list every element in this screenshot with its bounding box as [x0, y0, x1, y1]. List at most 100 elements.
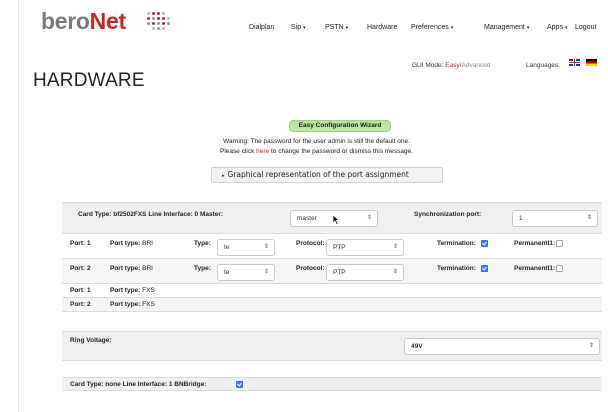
- nav-label: Preferences: [411, 24, 449, 31]
- brand-name-part1: bero: [41, 8, 90, 34]
- chevron-down-icon: ▾: [303, 25, 306, 31]
- protocol-select-value: PTP: [333, 269, 346, 276]
- warning-line2: Please click here to change the password…: [19, 148, 608, 155]
- port-number: Port: 1: [70, 287, 91, 294]
- ring-voltage-label: Ring Voltage:: [70, 337, 112, 344]
- page-title: HARDWARE: [33, 70, 145, 91]
- easy-configuration-wizard-button[interactable]: Easy Configuration Wizard: [289, 120, 391, 132]
- select-arrows-icon: ⇕: [588, 343, 594, 349]
- change-password-link[interactable]: here: [256, 148, 269, 155]
- nav-label: Hardware: [367, 24, 398, 31]
- type-select-value: te: [224, 244, 230, 251]
- table-row: Port: 2 Port type: BRI Type: te ⇕ Protoco…: [62, 259, 602, 284]
- port-type-label: Port type: FXS: [110, 301, 155, 308]
- gui-mode-advanced-link[interactable]: Advanced: [462, 62, 491, 69]
- nav-sip[interactable]: Sip ▾: [291, 24, 306, 31]
- flag-de-icon[interactable]: [586, 59, 597, 66]
- gui-mode-label: GUI Mode:: [412, 62, 444, 69]
- port-number: Port: 2: [70, 265, 91, 272]
- type-select[interactable]: te ⇕: [217, 264, 275, 281]
- table-row: Port: 2 Port type: FXS: [62, 298, 602, 312]
- gui-mode-easy-link[interactable]: Easy: [445, 62, 459, 69]
- type-select-value: te: [224, 269, 230, 276]
- port-number: Port: 2: [70, 301, 91, 308]
- page: beroNet Dialplan Sip ▾ PSTN ▾ Hardware Pre…: [18, 0, 608, 412]
- master-select-value: master: [297, 215, 317, 222]
- logo-dots-icon: [147, 12, 173, 32]
- port-type-label: Port type: BRI: [110, 265, 153, 272]
- type-label: Type:: [194, 240, 211, 247]
- nav-label: PSTN: [325, 24, 344, 31]
- permanent-checkbox[interactable]: [556, 265, 563, 272]
- table-row: Port: 1 Port type: FXS: [62, 284, 602, 298]
- port-type-value: BRI: [142, 265, 153, 272]
- warning-line1: Warning: The password for the user admin…: [223, 138, 410, 145]
- protocol-select-value: PTP: [333, 244, 346, 251]
- nav-logout[interactable]: Logout: [575, 24, 596, 31]
- nav-label: Apps: [547, 24, 563, 31]
- brand-name-part2: Net: [89, 8, 126, 34]
- port-type-label: Port type: BRI: [110, 240, 153, 247]
- termination-label: Termination:: [437, 265, 476, 272]
- gui-mode: GUI Mode: Easy/Advanced: [412, 62, 490, 69]
- sync-port-select[interactable]: 1 ⇕: [512, 210, 598, 227]
- port-type-value: FXS: [142, 287, 155, 294]
- permanent-label: PermanentI1:: [514, 240, 556, 247]
- flag-uk-icon[interactable]: [569, 59, 580, 66]
- warning-pre: Please click: [220, 148, 255, 155]
- port-type-value: BRI: [142, 240, 153, 247]
- chevron-down-icon: ▾: [450, 25, 454, 31]
- select-arrows-icon: ⇕: [263, 269, 269, 275]
- termination-label: Termination:: [437, 240, 476, 247]
- brand-logo[interactable]: beroNet: [41, 8, 126, 35]
- sync-port-label: Synchronization port:: [414, 211, 482, 218]
- bnbridge-checkbox[interactable]: [236, 381, 243, 388]
- nav-apps[interactable]: Apps ▾: [547, 24, 567, 31]
- nav-management[interactable]: Management ▾: [484, 24, 529, 31]
- nav-hardware[interactable]: Hardware: [367, 24, 397, 31]
- select-arrows-icon: ⇕: [392, 244, 398, 250]
- warning-post: to change the password or dismiss this m…: [270, 148, 413, 155]
- card-header-label: Card Type: bf2502FXS Line Interface: 0 M…: [78, 211, 224, 218]
- card-header-row: Card Type: none Line Interface: 1 BNBrid…: [62, 377, 602, 391]
- port-type-key: Port type:: [110, 265, 141, 272]
- protocol-select[interactable]: PTP ⇕: [326, 239, 404, 256]
- ring-voltage-value: 49V: [411, 343, 423, 350]
- termination-checkbox[interactable]: [481, 240, 488, 247]
- select-arrows-icon: ⇕: [392, 269, 398, 275]
- select-arrows-icon: ⇕: [586, 215, 592, 221]
- protocol-select[interactable]: PTP ⇕: [326, 264, 404, 281]
- port-type-key: Port type:: [110, 240, 141, 247]
- ring-voltage-row: Ring Voltage: 49V ⇕: [62, 331, 602, 361]
- card2-header-label: Card Type: none Line Interface: 1 BNBrid…: [70, 381, 207, 388]
- card-header-row: Card Type: bf2502FXS Line Interface: 0 M…: [62, 202, 602, 234]
- nav-label: Management: [484, 24, 525, 31]
- languages-label: Languages:: [526, 62, 560, 69]
- protocol-label: Protocol:: [296, 240, 325, 247]
- graph-button-label: Graphical representation of the port ass…: [227, 170, 409, 179]
- nav-dialplan[interactable]: Dialplan: [249, 24, 274, 31]
- ring-voltage-select[interactable]: 49V ⇕: [404, 338, 600, 355]
- termination-checkbox[interactable]: [481, 265, 488, 272]
- graphical-representation-toggle[interactable]: ▸ Graphical representation of the port as…: [211, 167, 443, 183]
- nav-label: Sip: [291, 24, 302, 31]
- permanent-label: PermanentI1:: [514, 265, 556, 272]
- type-label: Type:: [194, 265, 211, 272]
- table-row: Port: 1 Port type: BRI Type: te ⇕ Protoco…: [62, 234, 602, 259]
- nav-label: Logout: [575, 24, 597, 31]
- port-number: Port: 1: [70, 240, 91, 247]
- port-type-value: FXS: [142, 301, 155, 308]
- nav-preferences[interactable]: Preferences ▾: [411, 24, 453, 31]
- port-type-key: Port type:: [110, 301, 141, 308]
- select-arrows-icon: ⇕: [263, 244, 269, 250]
- permanent-checkbox[interactable]: [556, 240, 563, 247]
- nav-label: Dialplan: [249, 24, 275, 31]
- type-select[interactable]: te ⇕: [217, 239, 275, 256]
- nav-pstn[interactable]: PSTN ▾: [325, 24, 348, 31]
- chevron-down-icon: ▾: [564, 25, 568, 31]
- chevron-down-icon: ▾: [345, 25, 349, 31]
- protocol-label: Protocol:: [296, 265, 325, 272]
- port-type-key: Port type:: [110, 287, 141, 294]
- navbar: beroNet Dialplan Sip ▾ PSTN ▾ Hardware Pre…: [19, 0, 608, 40]
- port-type-label: Port type: FXS: [110, 287, 155, 294]
